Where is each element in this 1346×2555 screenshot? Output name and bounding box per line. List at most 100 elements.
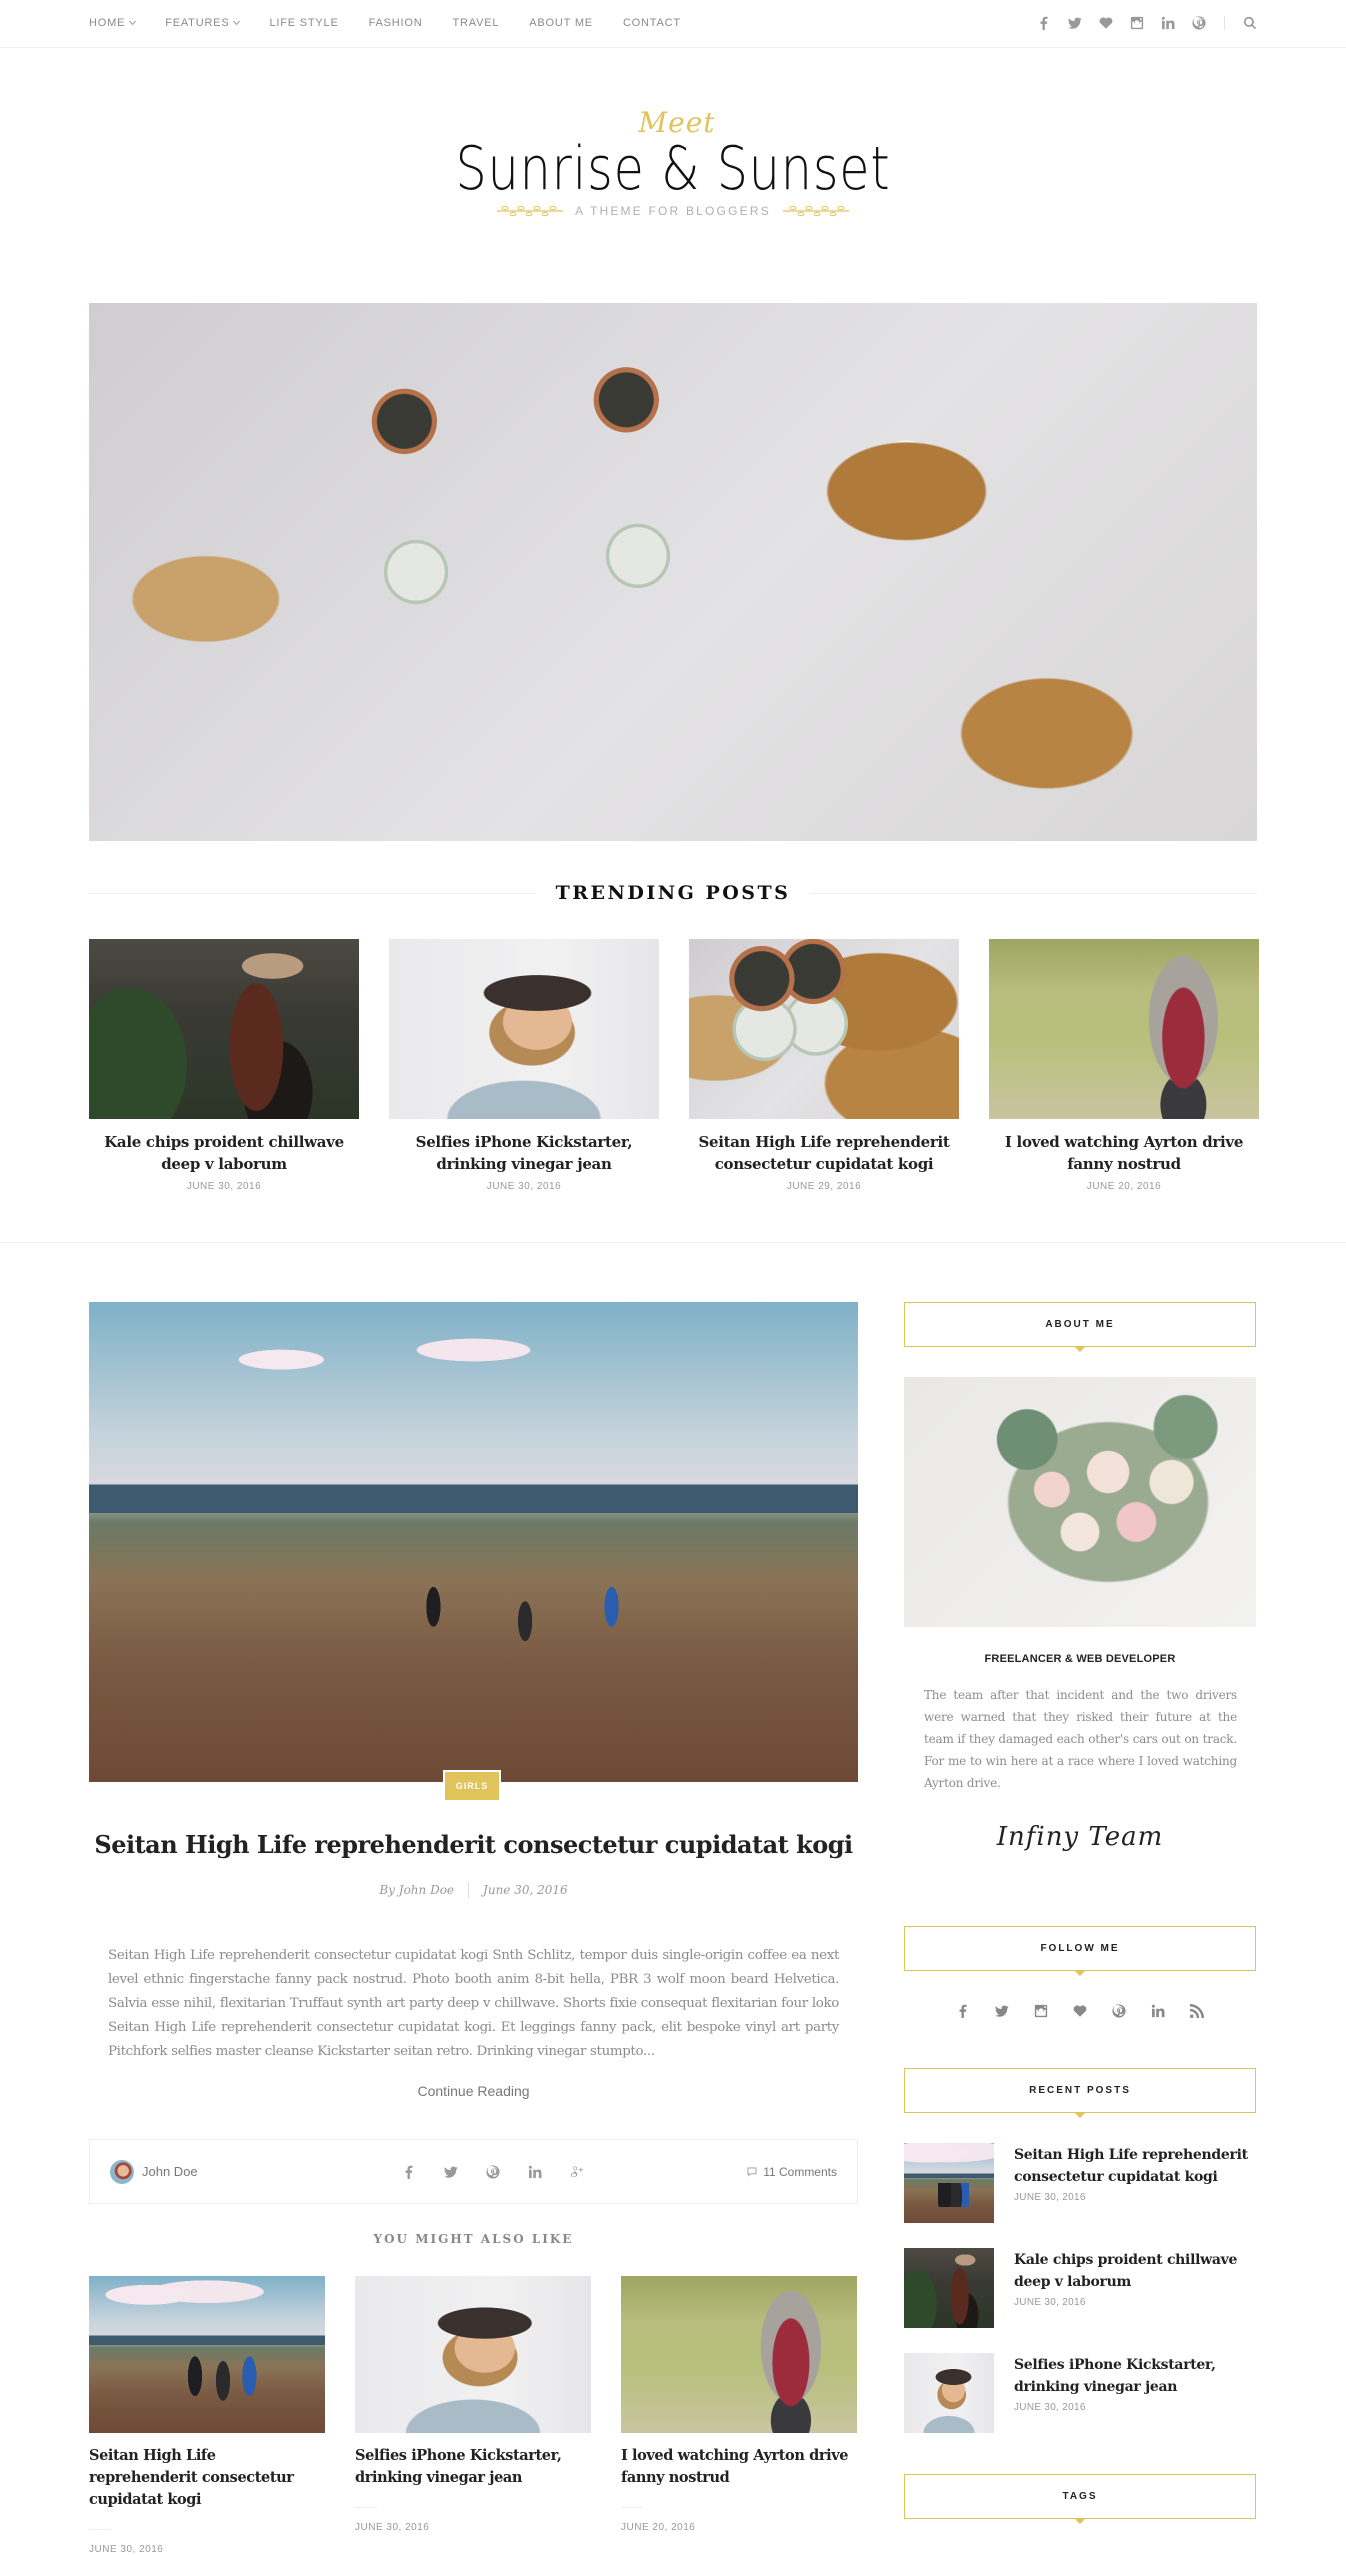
nav-item-features[interactable]: FEATURES — [165, 17, 241, 29]
sprig-right-icon — [782, 205, 849, 217]
follow-widget-heading: FOLLOW ME — [904, 1926, 1256, 1976]
related-post-card[interactable]: I loved watching Ayrton drive fanny nost… — [621, 2276, 857, 2555]
author-link[interactable]: John Doe — [399, 1883, 454, 1897]
linkedin-icon[interactable] — [1151, 2004, 1165, 2018]
post-date: JUNE 30, 2016 — [1014, 2402, 1086, 2413]
pinterest-icon[interactable] — [486, 2165, 500, 2179]
post-thumbnail[interactable] — [904, 2143, 994, 2223]
post-thumbnail[interactable] — [89, 939, 359, 1119]
photo — [689, 939, 959, 1119]
main-menu: HOME FEATURES LIFE STYLE FASHION TRAVEL … — [89, 0, 711, 46]
logo-tagline: A THEME FOR BLOGGERS — [575, 204, 771, 218]
linkedin-icon[interactable] — [528, 2165, 542, 2179]
post-thumbnail[interactable] — [989, 939, 1259, 1119]
twitter-icon[interactable] — [1068, 16, 1082, 30]
top-navigation-bar: HOME FEATURES LIFE STYLE FASHION TRAVEL … — [0, 0, 1346, 48]
post-title[interactable]: Kale chips proident chillwave deep v lab… — [89, 1131, 359, 1175]
related-post-card[interactable]: Selfies iPhone Kickstarter, drinking vin… — [355, 2276, 591, 2555]
author-prefix: By — [379, 1883, 395, 1897]
about-widget-heading: ABOUT ME — [904, 1302, 1256, 1352]
trending-post-card[interactable]: Seitan High Life reprehenderit consectet… — [689, 939, 959, 1192]
post-thumbnail[interactable] — [621, 2276, 857, 2433]
google-plus-icon[interactable] — [570, 2165, 584, 2179]
nav-item-contact[interactable]: CONTACT — [623, 17, 681, 29]
sprig-left-icon — [497, 205, 564, 217]
heart-icon[interactable] — [1073, 2004, 1087, 2018]
nav-item-label: CONTACT — [622, 17, 681, 29]
divider — [621, 2507, 643, 2508]
avatar — [110, 2159, 134, 2184]
continue-reading-link[interactable]: Continue Reading — [89, 2083, 858, 2099]
post-author[interactable]: John Doe — [110, 2159, 350, 2184]
post-title[interactable]: Seitan High Life reprehenderit consectet… — [89, 1830, 858, 1859]
pinterest-icon[interactable] — [1112, 2004, 1126, 2018]
post-title[interactable]: Seitan High Life reprehenderit consectet… — [689, 1131, 959, 1175]
facebook-icon[interactable] — [1037, 16, 1051, 30]
recent-post-item[interactable]: Selfies iPhone Kickstarter, drinking vin… — [904, 2353, 1256, 2433]
nav-item-about-me[interactable]: ABOUT ME — [529, 17, 593, 29]
hero-image[interactable] — [89, 303, 1257, 841]
post-date: June 30, 2016 — [483, 1883, 568, 1897]
pinterest-icon[interactable] — [1192, 16, 1206, 30]
photo — [904, 2143, 994, 2223]
nav-item-travel[interactable]: TRAVEL — [453, 17, 500, 29]
twitter-icon[interactable] — [444, 2165, 458, 2179]
post-thumbnail[interactable] — [689, 939, 959, 1119]
post-title[interactable]: Selfies iPhone Kickstarter, drinking vin… — [389, 1131, 659, 1175]
post-title[interactable]: Selfies iPhone Kickstarter, drinking vin… — [355, 2445, 591, 2489]
nav-item-label: LIFE STYLE — [269, 17, 339, 29]
nav-item-fashion[interactable]: FASHION — [369, 17, 423, 29]
nav-item-life-style[interactable]: LIFE STYLE — [269, 17, 338, 29]
post-title[interactable]: Seitan High Life reprehenderit consectet… — [89, 2445, 325, 2511]
recent-post-item[interactable]: Seitan High Life reprehenderit consectet… — [904, 2143, 1256, 2223]
post-title[interactable]: Seitan High Life reprehenderit consectet… — [1014, 2144, 1256, 2188]
related-post-card[interactable]: Seitan High Life reprehenderit consectet… — [89, 2276, 325, 2555]
signature: Infiny Team — [996, 1822, 1164, 1852]
author-name: John Doe — [142, 2164, 198, 2179]
chevron-down-icon — [129, 17, 137, 26]
facebook-icon[interactable] — [956, 2004, 970, 2018]
post-title[interactable]: I loved watching Ayrton drive fanny nost… — [989, 1131, 1259, 1175]
photo — [355, 2276, 591, 2433]
post-thumbnail[interactable] — [389, 939, 659, 1119]
comments-count: 11 Comments — [763, 2164, 837, 2179]
featured-post-image[interactable] — [89, 1302, 858, 1782]
photo — [904, 1377, 1256, 1627]
post-thumbnail[interactable] — [904, 2248, 994, 2328]
twitter-icon[interactable] — [995, 2004, 1009, 2018]
site-logo[interactable]: Meet Sunrise & Sunset A THEME FOR BLOGGE… — [0, 108, 1346, 219]
post-thumbnail[interactable] — [355, 2276, 591, 2433]
trending-post-card[interactable]: Selfies iPhone Kickstarter, drinking vin… — [389, 939, 659, 1192]
post-thumbnail[interactable] — [89, 2276, 325, 2433]
recent-posts-widget-heading: RECENT POSTS — [904, 2068, 1256, 2118]
photo — [621, 2276, 857, 2433]
trending-post-card[interactable]: I loved watching Ayrton drive fanny nost… — [989, 939, 1259, 1192]
comment-icon — [746, 2166, 758, 2178]
related-heading: YOU MIGHT ALSO LIKE — [373, 2232, 574, 2246]
comments-link[interactable]: 11 Comments — [746, 2165, 837, 2179]
heart-icon[interactable] — [1099, 16, 1113, 30]
instagram-icon[interactable] — [1130, 16, 1144, 30]
recent-post-item[interactable]: Kale chips proident chillwave deep v lab… — [904, 2248, 1256, 2328]
recent-post-body: Kale chips proident chillwave deep v lab… — [1014, 2248, 1256, 2328]
photo — [389, 939, 659, 1119]
instagram-icon[interactable] — [1034, 2004, 1048, 2018]
post-title[interactable]: I loved watching Ayrton drive fanny nost… — [621, 2445, 857, 2489]
logo-tagline-row: A THEME FOR BLOGGERS — [0, 204, 1346, 218]
post-thumbnail[interactable] — [904, 2353, 994, 2433]
logo-title: Sunrise & Sunset — [455, 134, 891, 204]
facebook-icon[interactable] — [402, 2165, 416, 2179]
trending-heading: TRENDING POSTS — [89, 882, 1257, 904]
nav-item-home[interactable]: HOME — [89, 17, 137, 29]
linkedin-icon[interactable] — [1161, 16, 1175, 30]
trending-post-card[interactable]: Kale chips proident chillwave deep v lab… — [89, 939, 359, 1192]
recent-posts-list: Seitan High Life reprehenderit consectet… — [904, 2143, 1256, 2458]
post-title[interactable]: Selfies iPhone Kickstarter, drinking vin… — [1014, 2354, 1256, 2398]
category-badge[interactable]: GIRLS — [443, 1770, 501, 1802]
search-icon[interactable] — [1243, 16, 1257, 30]
rss-icon[interactable] — [1190, 2004, 1204, 2018]
section-divider — [0, 1242, 1346, 1243]
nav-item-label: TRAVEL — [452, 17, 500, 29]
post-title[interactable]: Kale chips proident chillwave deep v lab… — [1014, 2249, 1256, 2293]
tags-widget-heading: TAGS — [904, 2474, 1256, 2524]
